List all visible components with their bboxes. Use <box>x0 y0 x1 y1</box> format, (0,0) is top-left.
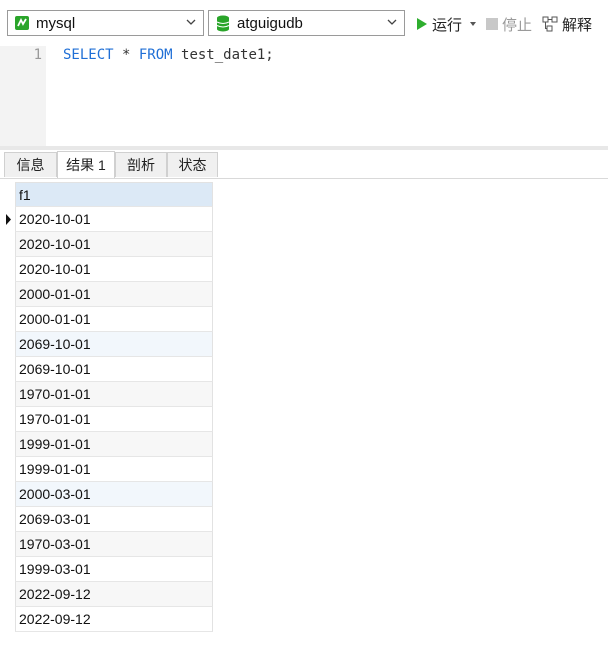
table-cell[interactable]: 2069-10-01 <box>15 357 213 382</box>
dropdown-arrow-icon[interactable] <box>468 19 478 29</box>
row-indicator[interactable] <box>0 557 15 582</box>
sql-code-line[interactable]: SELECT * FROM test_date1; <box>63 47 274 63</box>
table-cell[interactable]: 2022-09-12 <box>15 582 213 607</box>
tab-profile[interactable]: 剖析 <box>115 152 167 177</box>
table-cell[interactable]: 2020-10-01 <box>15 232 213 257</box>
row-indicator[interactable] <box>0 232 15 257</box>
table-cell[interactable]: 2069-10-01 <box>15 332 213 357</box>
database-label: atguigudb <box>237 14 303 32</box>
database-select[interactable]: atguigudb <box>208 10 405 36</box>
table-cell[interactable]: 1970-01-01 <box>15 382 213 407</box>
row-indicator[interactable] <box>0 607 15 632</box>
row-indicator[interactable] <box>0 307 15 332</box>
tab-info[interactable]: 信息 <box>4 152 57 177</box>
toolbar: mysql atguigudb 运行 停止 解释 <box>0 0 608 46</box>
table-cell[interactable]: 1999-01-01 <box>15 432 213 457</box>
row-indicator[interactable] <box>0 432 15 457</box>
connection-icon <box>13 14 31 32</box>
play-icon <box>417 18 427 30</box>
row-indicator[interactable] <box>0 457 15 482</box>
run-button[interactable]: 运行 <box>416 14 478 34</box>
table-cell[interactable]: 2022-09-12 <box>15 607 213 632</box>
table-cell[interactable]: 1999-01-01 <box>15 457 213 482</box>
sql-keyword: SELECT <box>63 47 114 63</box>
current-row-icon <box>6 214 11 225</box>
table-cell[interactable]: 2020-10-01 <box>15 207 213 232</box>
explain-button[interactable]: 解释 <box>542 14 592 34</box>
stop-icon <box>486 18 498 30</box>
sql-text: test_date1; <box>172 47 274 63</box>
row-indicator[interactable] <box>0 482 15 507</box>
database-icon <box>214 14 232 32</box>
row-indicator[interactable] <box>0 357 15 382</box>
connection-label: mysql <box>36 14 76 32</box>
sql-keyword: FROM <box>138 47 173 63</box>
row-indicator[interactable] <box>0 257 15 282</box>
row-indicator[interactable] <box>0 382 15 407</box>
table-cell[interactable]: 2000-01-01 <box>15 307 213 332</box>
line-number: 1 <box>33 47 42 63</box>
chevron-down-icon <box>387 19 397 25</box>
tab-status[interactable]: 状态 <box>167 152 218 177</box>
table-cell[interactable]: 2000-03-01 <box>15 482 213 507</box>
table-cell[interactable]: 2020-10-01 <box>15 257 213 282</box>
row-indicator[interactable] <box>0 532 15 557</box>
table-cell[interactable]: 1970-01-01 <box>15 407 213 432</box>
explain-icon <box>542 16 558 32</box>
row-indicator[interactable] <box>0 332 15 357</box>
row-indicator[interactable] <box>0 407 15 432</box>
tab-result-1[interactable]: 结果 1 <box>57 151 115 178</box>
table-cell[interactable]: 1999-03-01 <box>15 557 213 582</box>
table-cell[interactable]: 2000-01-01 <box>15 282 213 307</box>
row-indicator[interactable] <box>0 282 15 307</box>
row-indicator[interactable] <box>0 507 15 532</box>
stop-button[interactable]: 停止 <box>486 14 532 34</box>
table-cell[interactable]: 1970-03-01 <box>15 532 213 557</box>
result-tabs: 信息 结果 1 剖析 状态 <box>0 150 608 179</box>
sql-editor[interactable]: 1 SELECT * FROM test_date1; <box>0 46 608 146</box>
table-cell[interactable]: 2069-03-01 <box>15 507 213 532</box>
column-header-f1[interactable]: f1 <box>15 182 213 207</box>
connection-select[interactable]: mysql <box>7 10 204 36</box>
row-indicator[interactable] <box>0 207 15 232</box>
chevron-down-icon <box>186 19 196 25</box>
sql-text: * <box>113 47 139 63</box>
row-indicator[interactable] <box>0 582 15 607</box>
line-gutter: 1 <box>0 46 46 146</box>
